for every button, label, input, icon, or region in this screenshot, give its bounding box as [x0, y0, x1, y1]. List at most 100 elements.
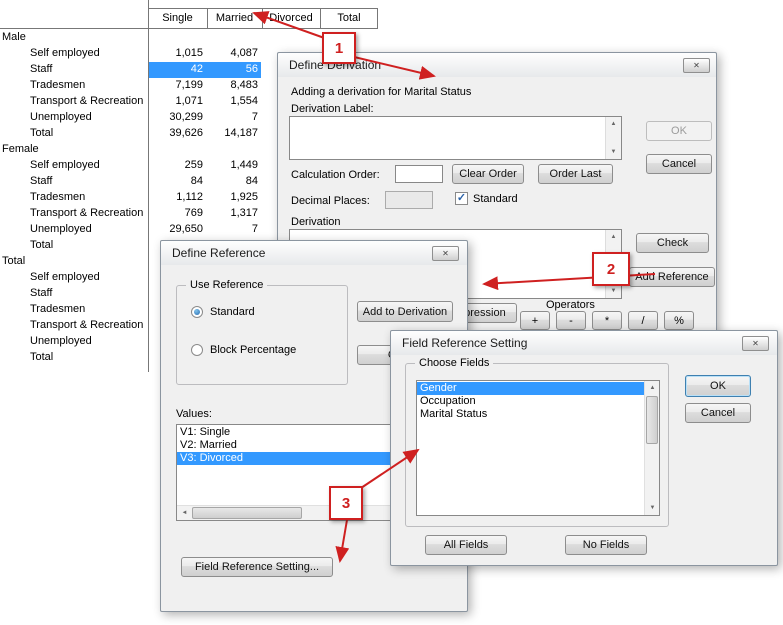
- operator-button[interactable]: %: [664, 311, 694, 330]
- field-list-item[interactable]: Marital Status: [417, 408, 644, 421]
- standard-radio[interactable]: [191, 306, 203, 318]
- table-cell[interactable]: 1,449: [206, 159, 258, 171]
- standard-checkbox-label: Standard: [473, 193, 518, 205]
- row-label: Transport & Recreation: [30, 95, 143, 107]
- table-cell[interactable]: 84: [206, 175, 258, 187]
- use-reference-label: Use Reference: [186, 279, 267, 291]
- table-cell[interactable]: 1,015: [148, 47, 203, 59]
- table-cell[interactable]: 4,087: [206, 47, 258, 59]
- table-cell[interactable]: 7: [206, 111, 258, 123]
- table-cell[interactable]: 1,071: [148, 95, 203, 107]
- column-header-divorced[interactable]: Divorced: [262, 10, 320, 26]
- close-button[interactable]: ✕: [742, 336, 769, 351]
- cancel-button[interactable]: Cancel: [646, 154, 712, 174]
- field-list-item[interactable]: Gender: [417, 382, 644, 395]
- field-list-item[interactable]: Occupation: [417, 395, 644, 408]
- table-cell[interactable]: 8,483: [206, 79, 258, 91]
- derivation-label-caption: Derivation Label:: [291, 103, 374, 115]
- row-label: Total: [30, 127, 53, 139]
- close-button[interactable]: ✕: [683, 58, 710, 73]
- application-window: SingleMarriedDivorcedTotal MaleSelf empl…: [0, 0, 783, 625]
- block-percentage-radio[interactable]: [191, 344, 203, 356]
- add-reference-button[interactable]: Add Reference: [629, 267, 715, 287]
- row-label: Unemployed: [30, 335, 92, 347]
- fields-list: GenderOccupationMarital Status: [417, 382, 644, 421]
- scroll-down-icon[interactable]: ▼: [645, 501, 660, 515]
- block-percentage-radio-label: Block Percentage: [210, 344, 296, 356]
- scroll-left-icon[interactable]: ◄: [177, 506, 192, 520]
- row-label: Tradesmen: [30, 191, 85, 203]
- field-reference-setting-dialog: Field Reference Setting ✕ Choose Fields …: [390, 330, 778, 566]
- table-cell[interactable]: 29,650: [148, 223, 203, 235]
- define-reference-titlebar[interactable]: Define Reference ✕: [161, 241, 467, 265]
- clear-order-button[interactable]: Clear Order: [452, 164, 524, 184]
- table-gridline-header-bottom: [0, 28, 378, 29]
- column-header-total[interactable]: Total: [320, 10, 378, 26]
- scrollbar-thumb[interactable]: [192, 507, 302, 519]
- scroll-up-icon[interactable]: ▲: [606, 230, 621, 244]
- vertical-scrollbar[interactable]: ▲ ▼: [644, 381, 659, 515]
- row-label: Transport & Recreation: [30, 207, 143, 219]
- operator-button[interactable]: +: [520, 311, 550, 330]
- row-label: Unemployed: [30, 223, 92, 235]
- operator-button[interactable]: -: [556, 311, 586, 330]
- values-label: Values:: [176, 408, 212, 420]
- operator-button[interactable]: /: [628, 311, 658, 330]
- table-cell[interactable]: 84: [148, 175, 203, 187]
- row-label: Unemployed: [30, 111, 92, 123]
- row-label: Transport & Recreation: [30, 319, 143, 331]
- row-label: Female: [2, 143, 39, 155]
- row-label: Staff: [30, 63, 52, 75]
- radio-dot-icon: [194, 309, 200, 315]
- table-cell[interactable]: 1,112: [148, 191, 203, 203]
- scroll-down-icon[interactable]: ▼: [606, 284, 621, 298]
- table-cell[interactable]: 42: [148, 63, 203, 75]
- operator-buttons: +-* /%: [520, 311, 694, 330]
- all-fields-button[interactable]: All Fields: [425, 535, 507, 555]
- field-reference-setting-titlebar[interactable]: Field Reference Setting ✕: [391, 331, 777, 355]
- table-cell[interactable]: 7,199: [148, 79, 203, 91]
- operator-button[interactable]: *: [592, 311, 622, 330]
- column-header-single[interactable]: Single: [148, 10, 207, 26]
- row-label: Total: [30, 239, 53, 251]
- cancel-button[interactable]: Cancel: [685, 403, 751, 423]
- step-2-marker: 2: [592, 252, 630, 286]
- scroll-down-icon[interactable]: ▼: [606, 145, 621, 159]
- table-cell[interactable]: 1,554: [206, 95, 258, 107]
- table-cell[interactable]: 259: [148, 159, 203, 171]
- table-cell[interactable]: 14,187: [206, 127, 258, 139]
- table-cell[interactable]: 7: [206, 223, 258, 235]
- field-reference-setting-button[interactable]: Field Reference Setting...: [181, 557, 333, 577]
- add-to-derivation-button[interactable]: Add to Derivation: [357, 301, 453, 322]
- scroll-up-icon[interactable]: ▲: [645, 381, 660, 395]
- scrollbar-thumb[interactable]: [646, 396, 658, 444]
- row-label: Self employed: [30, 47, 100, 59]
- ok-button[interactable]: OK: [646, 121, 712, 141]
- calculation-order-label: Calculation Order:: [291, 169, 380, 181]
- column-header-married[interactable]: Married: [207, 10, 262, 26]
- check-button[interactable]: Check: [636, 233, 709, 253]
- table-cell[interactable]: 56: [206, 63, 258, 75]
- field-reference-setting-title: Field Reference Setting: [402, 336, 527, 350]
- standard-radio-label: Standard: [210, 306, 255, 318]
- table-cell[interactable]: 769: [148, 207, 203, 219]
- textarea-scrollbar[interactable]: ▲ ▼: [605, 117, 621, 159]
- table-cell[interactable]: 39,626: [148, 127, 203, 139]
- table-cell[interactable]: 1,925: [206, 191, 258, 203]
- ok-button[interactable]: OK: [685, 375, 751, 397]
- choose-fields-label: Choose Fields: [415, 357, 493, 369]
- row-label: Staff: [30, 175, 52, 187]
- close-button[interactable]: ✕: [432, 246, 459, 261]
- table-cell[interactable]: 30,299: [148, 111, 203, 123]
- row-label: Staff: [30, 287, 52, 299]
- fields-listbox[interactable]: GenderOccupationMarital Status ▲ ▼: [416, 380, 660, 516]
- scroll-up-icon[interactable]: ▲: [606, 117, 621, 131]
- decimal-places-input[interactable]: [385, 191, 433, 209]
- table-cell[interactable]: 1,317: [206, 207, 258, 219]
- standard-checkbox[interactable]: ✓: [455, 192, 468, 205]
- derivation-label-textarea[interactable]: ▲ ▼: [289, 116, 622, 160]
- no-fields-button[interactable]: No Fields: [565, 535, 647, 555]
- calculation-order-input[interactable]: [395, 165, 443, 183]
- derivation-intro-text: Adding a derivation for Marital Status: [291, 86, 471, 98]
- order-last-button[interactable]: Order Last: [538, 164, 613, 184]
